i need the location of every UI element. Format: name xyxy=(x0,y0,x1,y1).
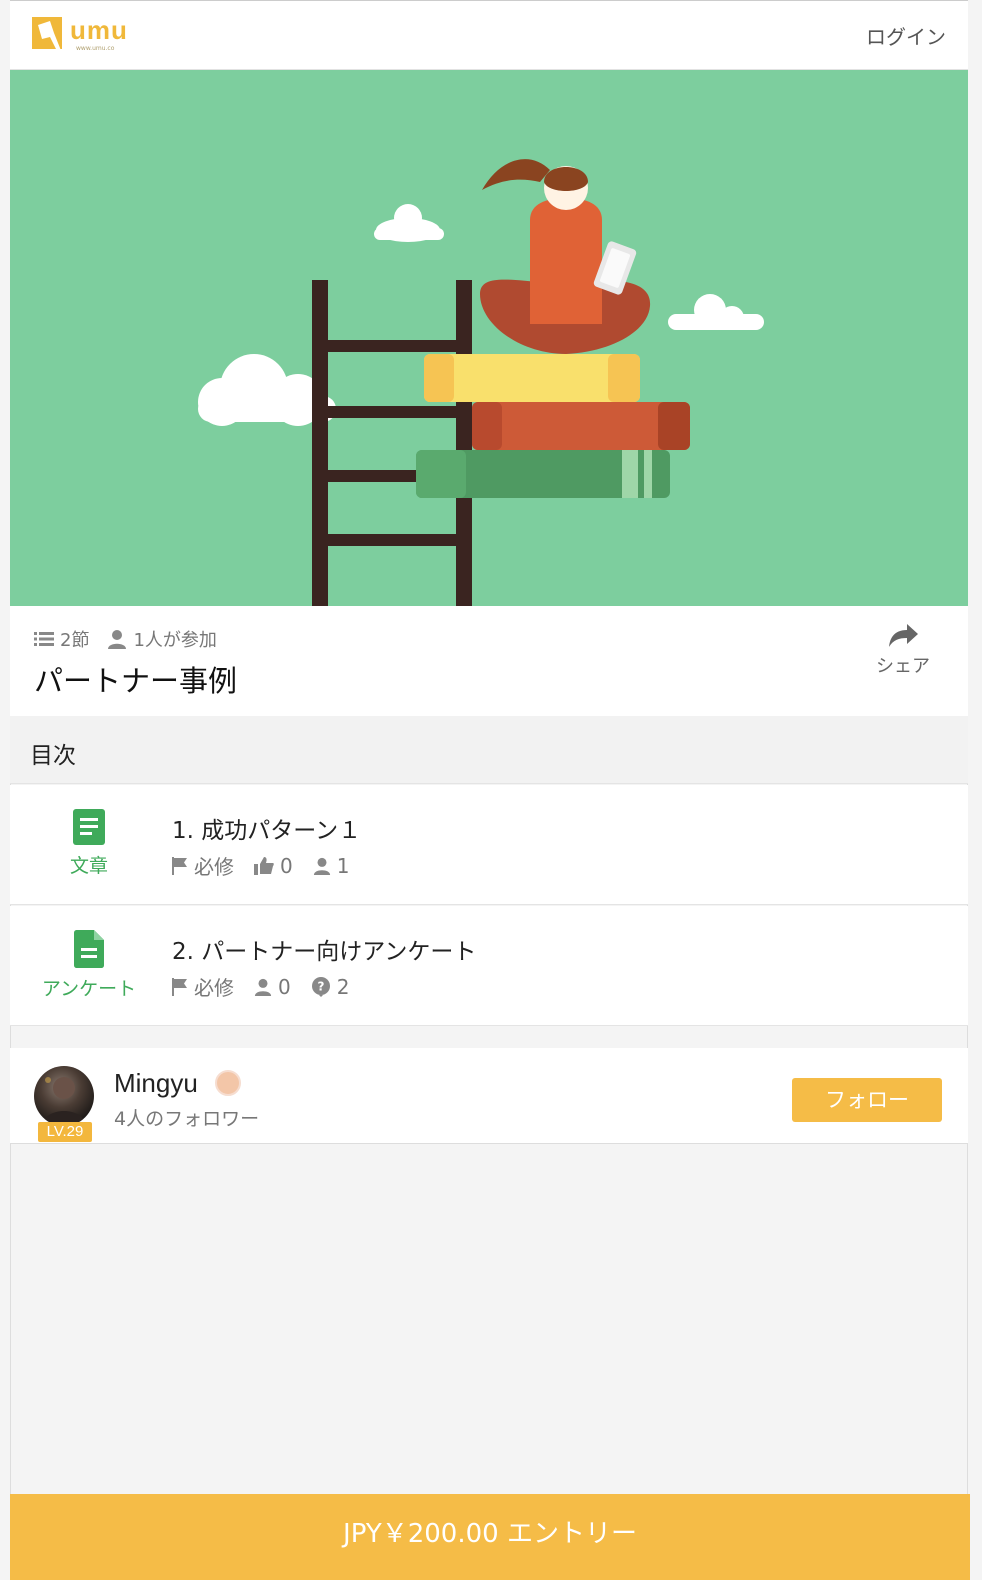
author-card: LV.29 Mingyu 4人のフォロワー フォロー xyxy=(10,1048,968,1144)
item-title: 1. 成功パターン１ xyxy=(172,818,362,844)
follow-button[interactable]: フォロー xyxy=(792,1078,942,1122)
course-cover-image xyxy=(10,70,968,606)
flag-icon xyxy=(172,977,187,996)
top-header: umu www.umu.co ログイン xyxy=(10,0,968,70)
toc-heading-bar: 目次 xyxy=(10,716,968,784)
required-tag: 必修 xyxy=(172,972,234,1001)
participant-stat: 1 xyxy=(313,853,350,878)
person-icon xyxy=(313,857,330,875)
participant-stat-text: 0 xyxy=(278,974,291,999)
logo-subtext: www.umu.co xyxy=(76,45,115,52)
author-name[interactable]: Mingyu xyxy=(114,1068,198,1099)
logo-text: umu xyxy=(70,15,128,45)
list-icon xyxy=(34,632,54,646)
toc-item-survey[interactable]: アンケート 2. パートナー向けアンケート 必修 0 ? 2 xyxy=(10,906,968,1026)
flag-icon xyxy=(172,856,187,875)
svg-text:?: ? xyxy=(317,979,324,993)
share-label: シェア xyxy=(876,656,930,677)
course-title: パートナー事例 xyxy=(34,664,238,698)
person-icon xyxy=(108,630,127,649)
toc-heading: 目次 xyxy=(30,743,76,769)
achievement-badge-icon xyxy=(215,1070,241,1096)
item-title: 2. パートナー向けアンケート xyxy=(172,939,477,965)
survey-document-icon xyxy=(74,930,104,968)
like-count: 0 xyxy=(254,854,293,878)
question-stat-text: 2 xyxy=(336,974,350,999)
item-stats: 必修 0 1 xyxy=(172,851,369,880)
cover-illustration xyxy=(198,159,764,606)
login-link[interactable]: ログイン xyxy=(866,21,946,50)
entry-button[interactable]: JPY￥200.00 エントリー xyxy=(10,1494,970,1580)
share-button[interactable]: シェア xyxy=(868,622,938,678)
toc-item-article[interactable]: 文章 1. 成功パターン１ 必修 0 1 xyxy=(10,785,968,905)
course-info: 2節 1人が参加 パートナー事例 シェア xyxy=(10,606,968,716)
section-count-text: 2節 xyxy=(60,630,90,651)
like-count-text: 0 xyxy=(280,853,293,878)
share-arrow-icon xyxy=(889,624,918,647)
participant-stat: 0 xyxy=(254,975,291,999)
umu-logo-icon xyxy=(32,17,62,53)
person-icon xyxy=(254,978,272,996)
avatar-photo xyxy=(42,1077,86,1126)
item-type-label: アンケート xyxy=(41,978,137,1000)
item-stats: 必修 0 ? 2 xyxy=(172,972,369,1001)
umu-logo[interactable]: umu www.umu.co xyxy=(32,13,132,59)
item-type: アンケート xyxy=(30,930,148,1001)
participant-stat-text: 1 xyxy=(336,853,350,878)
question-stat: ? 2 xyxy=(311,974,350,999)
follower-count: 4人のフォロワー xyxy=(114,1108,260,1130)
required-text: 必修 xyxy=(194,976,234,1000)
course-meta: 2節 1人が参加 xyxy=(34,626,235,652)
question-icon: ? xyxy=(311,976,330,997)
section-count: 2節 xyxy=(34,626,89,652)
participant-count: 1人が参加 xyxy=(107,626,217,652)
author-avatar[interactable] xyxy=(34,1066,94,1126)
level-badge: LV.29 xyxy=(38,1122,92,1142)
article-icon xyxy=(73,809,105,845)
item-type-label: 文章 xyxy=(69,855,108,877)
participant-count-text: 1人が参加 xyxy=(133,630,217,651)
required-text: 必修 xyxy=(194,855,234,879)
item-type: 文章 xyxy=(30,809,148,878)
thumbs-up-icon xyxy=(254,856,274,875)
required-tag: 必修 xyxy=(172,851,234,880)
